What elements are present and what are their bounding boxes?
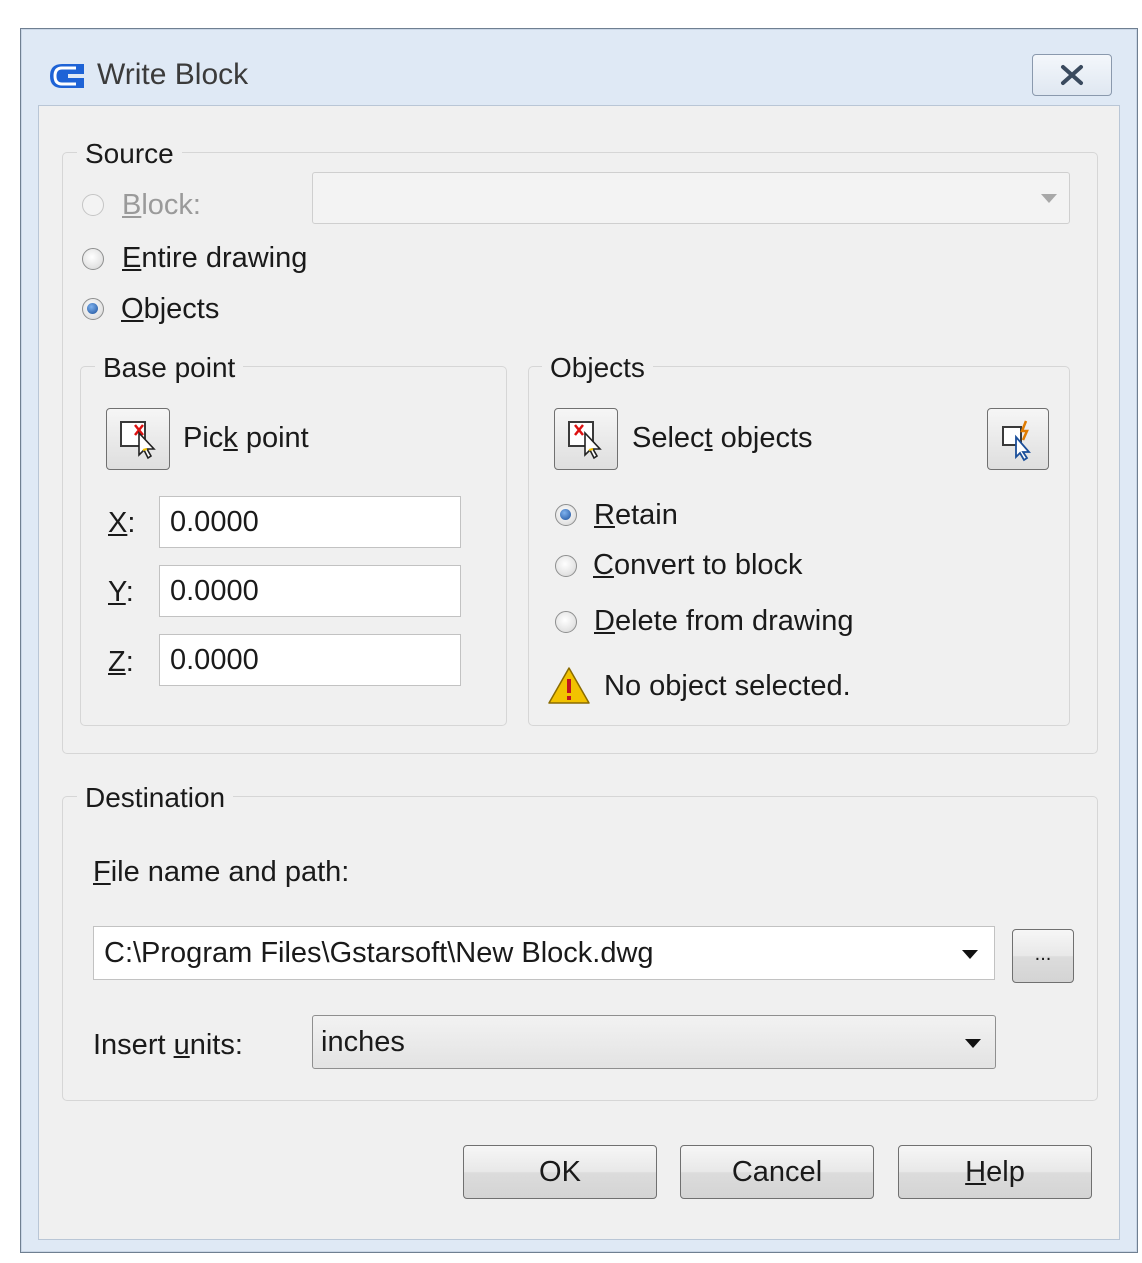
retain-label[interactable]: Retain [594,498,678,532]
convert-to-block-label[interactable]: Convert to block [593,548,803,582]
warning-icon [547,666,591,706]
pick-point-icon [120,421,156,460]
source-legend: Source [77,138,182,170]
x-coordinate-input[interactable]: 0.0000 [159,496,461,548]
select-objects-icon [568,421,602,460]
close-icon [1061,65,1083,85]
chevron-down-icon [1041,194,1057,203]
entire-drawing-radio[interactable] [82,248,104,270]
z-coordinate-input[interactable]: 0.0000 [159,634,461,686]
objects-legend: Objects [542,352,653,384]
convert-to-block-radio[interactable] [555,555,577,577]
select-objects-label: Select objects [632,422,813,454]
delete-from-drawing-radio[interactable] [555,611,577,633]
chevron-down-icon [965,1039,981,1048]
entire-drawing-label[interactable]: Entire drawing [122,241,307,275]
insert-units-label: Insert units: [93,1029,243,1061]
destination-legend: Destination [77,782,234,814]
insert-units-combo[interactable]: inches [312,1015,996,1069]
file-path-combo[interactable]: C:\Program Files\Gstarsoft\New Block.dwg [93,926,995,980]
pick-point-button[interactable] [106,408,170,470]
ok-button[interactable]: OK [463,1145,657,1199]
base-point-legend: Base point [95,352,244,384]
window-title: Write Block [97,58,249,91]
z-label: Z: [108,646,134,678]
selection-status-text: No object selected. [604,670,851,702]
x-label: X: [108,507,136,539]
block-name-combo[interactable] [312,172,1070,224]
file-name-label: File name and path: [93,856,350,888]
quick-select-icon [1002,420,1031,462]
objects-radio[interactable] [82,298,104,320]
select-objects-button[interactable] [554,408,618,470]
y-coordinate-input[interactable]: 0.0000 [159,565,461,617]
chevron-down-icon [962,950,978,959]
browse-button[interactable]: ... [1012,929,1074,983]
app-logo-icon [46,58,88,94]
close-button[interactable] [1032,54,1112,96]
file-path-value: C:\Program Files\Gstarsoft\New Block.dwg [104,937,654,969]
block-radio-label: Block: [122,189,201,221]
pick-point-label: Pick point [183,422,309,454]
insert-units-value: inches [321,1026,405,1058]
retain-radio[interactable] [555,504,577,526]
y-label: Y: [108,576,134,608]
help-button[interactable]: Help [898,1145,1092,1199]
objects-radio-label[interactable]: Objects [121,292,219,326]
delete-from-drawing-label[interactable]: Delete from drawing [594,604,854,638]
quick-select-button[interactable] [987,408,1049,470]
block-radio[interactable] [82,194,104,216]
cancel-button[interactable]: Cancel [680,1145,874,1199]
